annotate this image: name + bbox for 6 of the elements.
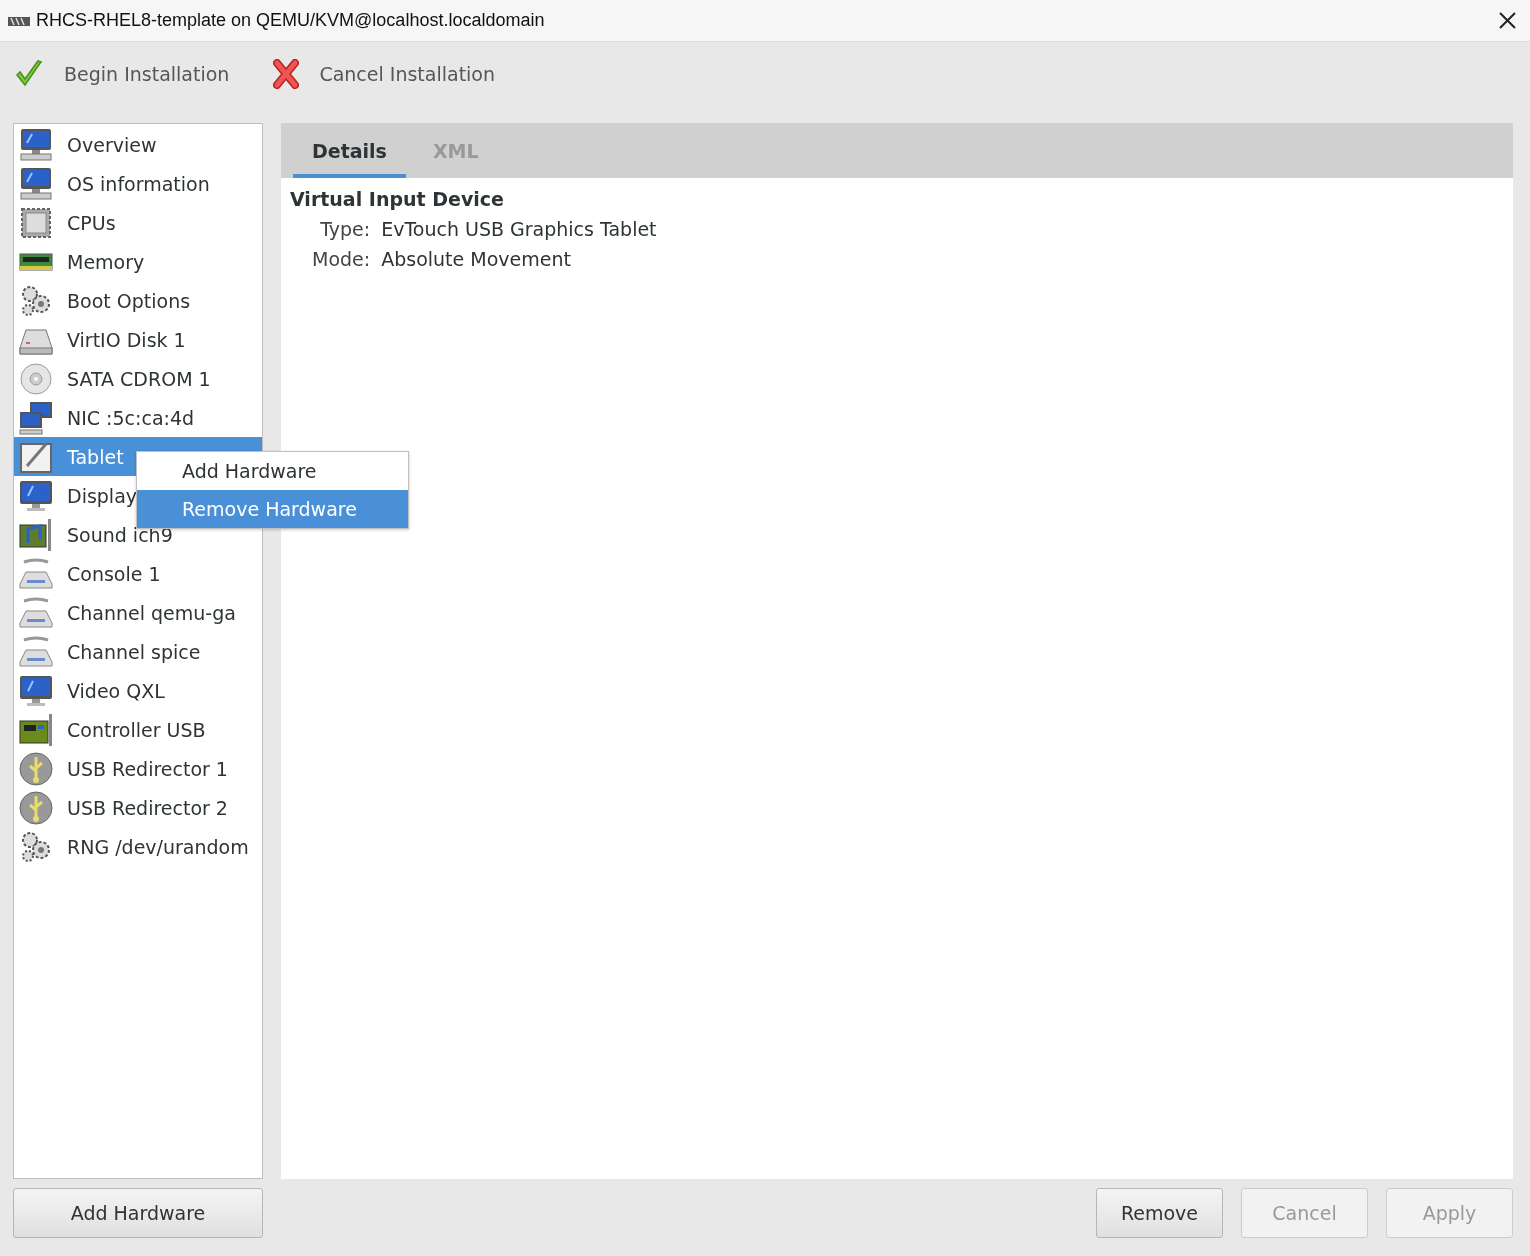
field-value: Absolute Movement [381, 248, 572, 270]
field-value: EvTouch USB Graphics Tablet [381, 218, 657, 240]
window-title: RHCS-RHEL8-template on QEMU/KVM@localhost.localdomain [36, 10, 546, 31]
field-label: Mode: [312, 248, 371, 270]
field-label: Type: [319, 218, 371, 240]
section-heading: Virtual Input Device [290, 188, 505, 210]
